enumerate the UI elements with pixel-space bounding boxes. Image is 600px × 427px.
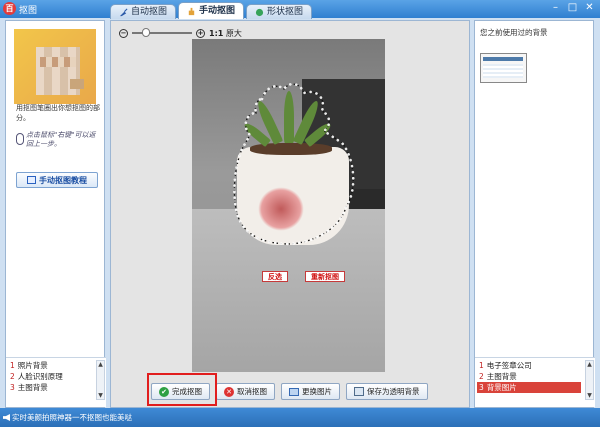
save-icon bbox=[354, 387, 364, 396]
book-icon bbox=[27, 176, 36, 184]
finish-button-highlight bbox=[147, 373, 217, 406]
minimize-icon[interactable]: – bbox=[549, 2, 562, 15]
scroll-up-icon[interactable]: ▲ bbox=[586, 361, 593, 368]
zoom-bar: − + 1:1 原大 bbox=[119, 27, 242, 39]
app-logo-icon: 百 bbox=[3, 2, 16, 15]
tab-auto-cutout[interactable]: 自动抠图 bbox=[110, 4, 177, 19]
tutorial-label: 手动抠图教程 bbox=[39, 175, 87, 185]
mouse-icon bbox=[16, 133, 24, 145]
tab-shape-cutout[interactable]: 形状抠图 bbox=[246, 4, 313, 19]
right-panel: 您之前使用过的背景 1 电子签章公司 2 主图背景 3 背景图片 ▲ ▼ bbox=[474, 20, 595, 408]
left-panel: 用抠图笔圈出你想抠图的部分。 点击鼠标"右键"可以返回上一步。 手动抠图教程 1… bbox=[5, 20, 106, 408]
selection-outline[interactable] bbox=[192, 39, 385, 372]
window-controls: – □ ✕ bbox=[549, 2, 596, 15]
recent-backgrounds-label: 您之前使用过的背景 bbox=[480, 28, 548, 37]
zoom-out-icon[interactable]: − bbox=[119, 28, 128, 38]
invert-selection-button[interactable]: 反选 bbox=[262, 271, 288, 282]
tab-bar: 自动抠图 手动抠图 形状抠图 bbox=[110, 2, 313, 19]
image-icon bbox=[289, 387, 299, 396]
list-item[interactable]: 2 主图背景 bbox=[477, 371, 581, 382]
cancel-cutout-button[interactable]: ✕ 取消抠图 bbox=[216, 383, 275, 400]
close-icon[interactable]: ✕ bbox=[583, 2, 596, 15]
photo-canvas[interactable]: 反选 重新抠图 bbox=[192, 39, 385, 372]
zoom-ratio: 1:1 原大 bbox=[209, 28, 242, 38]
recent-background-thumbnail[interactable] bbox=[480, 53, 527, 83]
scroll-down-icon[interactable]: ▼ bbox=[97, 392, 104, 399]
tab-label: 自动抠图 bbox=[131, 6, 168, 17]
redraw-cutout-button[interactable]: 重新抠图 bbox=[305, 271, 345, 282]
scrollbar[interactable]: ▲ ▼ bbox=[585, 360, 594, 400]
status-text[interactable]: 实时美颜拍照神器一不抠图也能美哒 bbox=[12, 413, 132, 422]
undo-hint-text: 点击鼠标"右键"可以返回上一步。 bbox=[26, 131, 96, 148]
zoom-slider-knob[interactable] bbox=[142, 28, 151, 37]
shape-icon bbox=[255, 8, 264, 16]
maximize-icon[interactable]: □ bbox=[566, 2, 579, 15]
tab-manual-cutout[interactable]: 手动抠图 bbox=[178, 2, 245, 19]
status-bar: 实时美颜拍照神器一不抠图也能美哒 bbox=[0, 408, 600, 427]
list-item[interactable]: 3 主图背景 bbox=[8, 382, 92, 393]
right-library-list: 1 电子签章公司 2 主图背景 3 背景图片 ▲ ▼ bbox=[475, 357, 595, 407]
hand-icon bbox=[188, 7, 195, 15]
editor-area: − + 1:1 原大 反选 重新抠图 ✔ 完成抠图 ✕ 取消抠图 更换图片 保存为透… bbox=[110, 20, 470, 408]
scroll-up-icon[interactable]: ▲ bbox=[97, 361, 104, 368]
speaker-icon bbox=[3, 414, 10, 421]
replace-image-button[interactable]: 更换图片 bbox=[281, 383, 340, 400]
tab-label: 形状抠图 bbox=[267, 6, 304, 17]
zoom-in-icon[interactable]: + bbox=[196, 28, 205, 38]
manual-tutorial-button[interactable]: 手动抠图教程 bbox=[16, 172, 98, 188]
list-item[interactable]: 1 电子签章公司 bbox=[477, 360, 581, 371]
brush-icon bbox=[119, 8, 128, 16]
instruction-text: 用抠图笔圈出你想抠图的部分。 bbox=[16, 104, 100, 122]
cutout-preview bbox=[14, 29, 96, 104]
scrollbar[interactable]: ▲ ▼ bbox=[96, 360, 105, 400]
tab-label: 手动抠图 bbox=[199, 5, 236, 16]
cancel-icon: ✕ bbox=[224, 386, 234, 397]
scroll-down-icon[interactable]: ▼ bbox=[586, 392, 593, 399]
window-title: 抠图 bbox=[19, 6, 38, 16]
list-item[interactable]: 2 人脸识别原理 bbox=[8, 371, 92, 382]
zoom-slider[interactable] bbox=[132, 28, 192, 37]
left-library-list: 1 照片背景 2 人脸识别原理 3 主图背景 ▲ ▼ bbox=[6, 357, 106, 407]
list-item-selected[interactable]: 3 背景图片 bbox=[477, 382, 581, 393]
list-item[interactable]: 1 照片背景 bbox=[8, 360, 92, 371]
save-transparent-button[interactable]: 保存为透明背景 bbox=[346, 383, 428, 400]
